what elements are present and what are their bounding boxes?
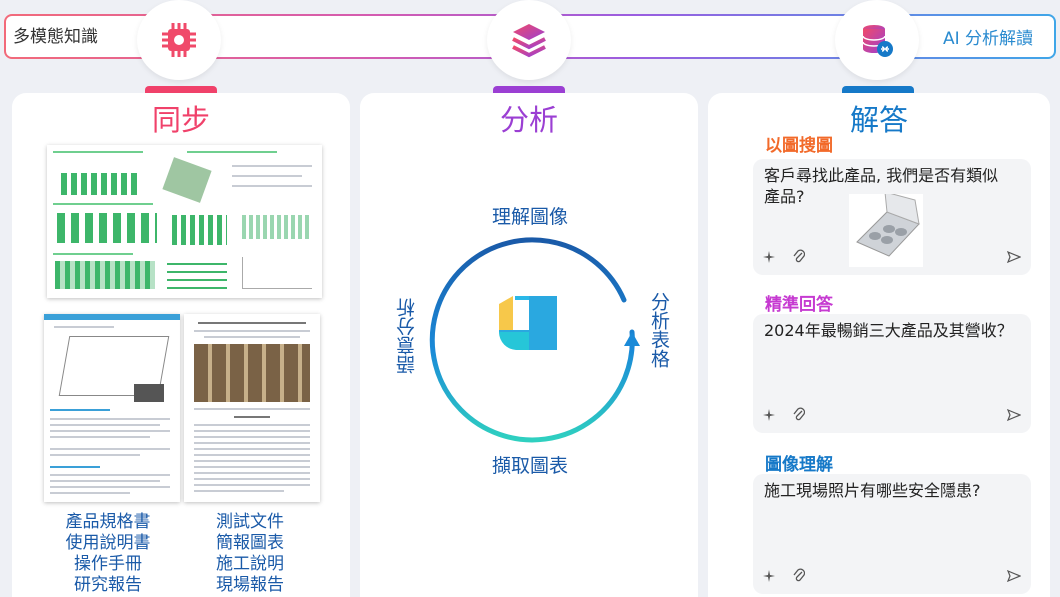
sync-title: 同步 [151, 103, 210, 137]
doc-item: 研究報告 [74, 575, 142, 595]
question-text: 2024年最暢銷三大產品及其營收？ [764, 321, 1013, 340]
ai-analysis-label: AI 分析解讀 [943, 29, 1034, 49]
card-tools [763, 406, 806, 425]
doc-list-left: 產品規格書 使用說明書 操作手冊 研究報告 [58, 512, 158, 596]
manual-document-thumbnail [44, 314, 180, 502]
paper-document-thumbnail [184, 314, 320, 502]
layers-icon [487, 0, 571, 80]
chip-icon [137, 0, 221, 80]
answer-card: 施工現場照片有哪些安全隱患? [753, 474, 1031, 594]
send-icon[interactable] [1006, 406, 1022, 425]
doc-item: 測試文件 [216, 512, 284, 532]
sparkle-icon[interactable] [763, 567, 775, 586]
doc-item: 現場報告 [216, 575, 284, 595]
analysis-title: 分析 [499, 103, 558, 137]
analysis-ring [429, 237, 640, 443]
sparkle-icon[interactable] [763, 248, 775, 267]
sparkle-icon[interactable] [763, 406, 775, 425]
card-tools [763, 567, 806, 586]
product-photo [849, 191, 923, 267]
doc-list-right: 測試文件 簡報圖表 施工說明 現場報告 [200, 512, 300, 596]
attach-icon[interactable] [793, 248, 806, 267]
doc-item: 使用說明書 [65, 533, 151, 553]
answer-card: 2024年最暢銷三大產品及其營收？ [753, 314, 1031, 433]
understand-image-label: 理解圖像 [492, 206, 569, 228]
doc-item: 產品規格書 [65, 512, 151, 532]
image-search-title: 以圖搜圖 [765, 136, 833, 156]
analyze-table-label: 分析表格 [648, 292, 670, 368]
extract-chart-label: 擷取圖表 [492, 455, 569, 477]
multimodal-label: 多模態知識 [13, 27, 98, 47]
attach-icon[interactable] [793, 406, 806, 425]
doc-item: 施工說明 [216, 554, 284, 574]
doc-item: 簡報圖表 [216, 533, 284, 553]
answer-title: 解答 [849, 103, 908, 137]
answer-card: 客戶尋找此產品, 我們是否有類似 產品? [753, 159, 1031, 275]
send-icon[interactable] [1006, 567, 1022, 586]
doc-item: 操作手冊 [74, 554, 142, 574]
send-icon[interactable] [1006, 248, 1022, 267]
question-text: 施工現場照片有哪些安全隱患? [764, 481, 981, 500]
precise-answer-title: 精準回答 [765, 295, 833, 315]
card-tools [763, 248, 806, 267]
database-link-icon [835, 0, 919, 80]
chart-document-thumbnail [47, 145, 322, 298]
semantic-analysis-label: 語意分析 [396, 298, 418, 374]
attach-icon[interactable] [793, 567, 806, 586]
image-understanding-title: 圖像理解 [765, 455, 833, 475]
